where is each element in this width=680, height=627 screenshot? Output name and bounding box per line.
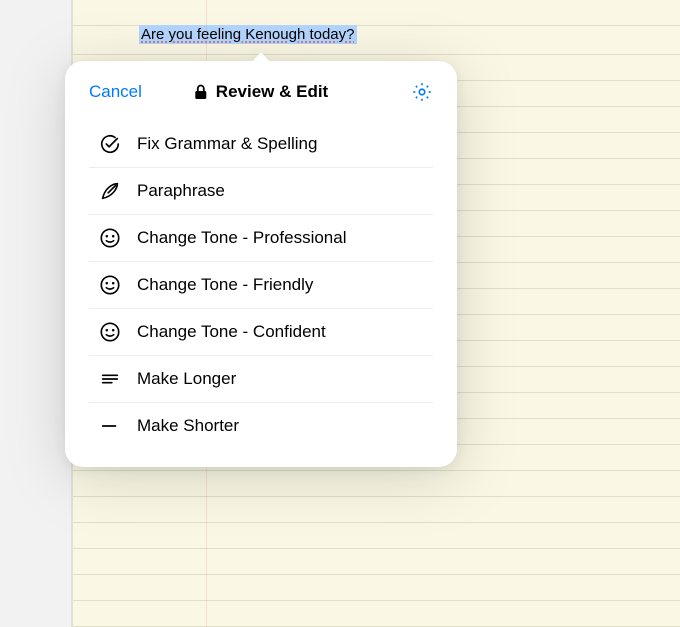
- menu-item-paraphrase[interactable]: Paraphrase: [89, 167, 433, 214]
- menu-item-label: Change Tone - Friendly: [137, 275, 313, 295]
- menu-item-make-longer[interactable]: Make Longer: [89, 355, 433, 402]
- smile-icon: [99, 227, 121, 249]
- document-area[interactable]: Are you feeling Kenough today? Cancel Re…: [72, 0, 680, 627]
- check-circle-icon: [99, 133, 121, 155]
- menu-list: Fix Grammar & Spelling Paraphrase: [81, 117, 441, 449]
- menu-item-label: Change Tone - Professional: [137, 228, 347, 248]
- popover-title-wrap: Review & Edit: [194, 82, 328, 102]
- menu-item-label: Make Shorter: [137, 416, 239, 436]
- selected-text[interactable]: Are you feeling Kenough today?: [139, 25, 357, 44]
- review-edit-popover: Cancel Review & Edit: [65, 52, 457, 467]
- sidebar: [0, 0, 72, 627]
- popover-title: Review & Edit: [216, 82, 328, 102]
- cancel-button[interactable]: Cancel: [89, 82, 142, 102]
- menu-item-label: Change Tone - Confident: [137, 322, 326, 342]
- menu-item-label: Make Longer: [137, 369, 236, 389]
- document-page: Are you feeling Kenough today?: [73, 0, 680, 44]
- popover-body: Cancel Review & Edit: [65, 61, 457, 467]
- feather-icon: [99, 180, 121, 202]
- line-icon: [99, 415, 121, 437]
- selected-text-content: Are you feeling Kenough today?: [141, 26, 355, 43]
- menu-item-tone-confident[interactable]: Change Tone - Confident: [89, 308, 433, 355]
- menu-item-tone-friendly[interactable]: Change Tone - Friendly: [89, 261, 433, 308]
- lines-icon: [99, 368, 121, 390]
- menu-item-label: Paraphrase: [137, 181, 225, 201]
- menu-item-label: Fix Grammar & Spelling: [137, 134, 317, 154]
- smile-icon: [99, 321, 121, 343]
- smile-icon: [99, 274, 121, 296]
- menu-item-tone-professional[interactable]: Change Tone - Professional: [89, 214, 433, 261]
- menu-item-fix-grammar[interactable]: Fix Grammar & Spelling: [89, 121, 433, 167]
- gear-icon[interactable]: [411, 81, 433, 103]
- menu-item-make-shorter[interactable]: Make Shorter: [89, 402, 433, 449]
- popover-arrow: [252, 52, 270, 62]
- lock-icon: [194, 84, 208, 100]
- popover-header: Cancel Review & Edit: [81, 75, 441, 117]
